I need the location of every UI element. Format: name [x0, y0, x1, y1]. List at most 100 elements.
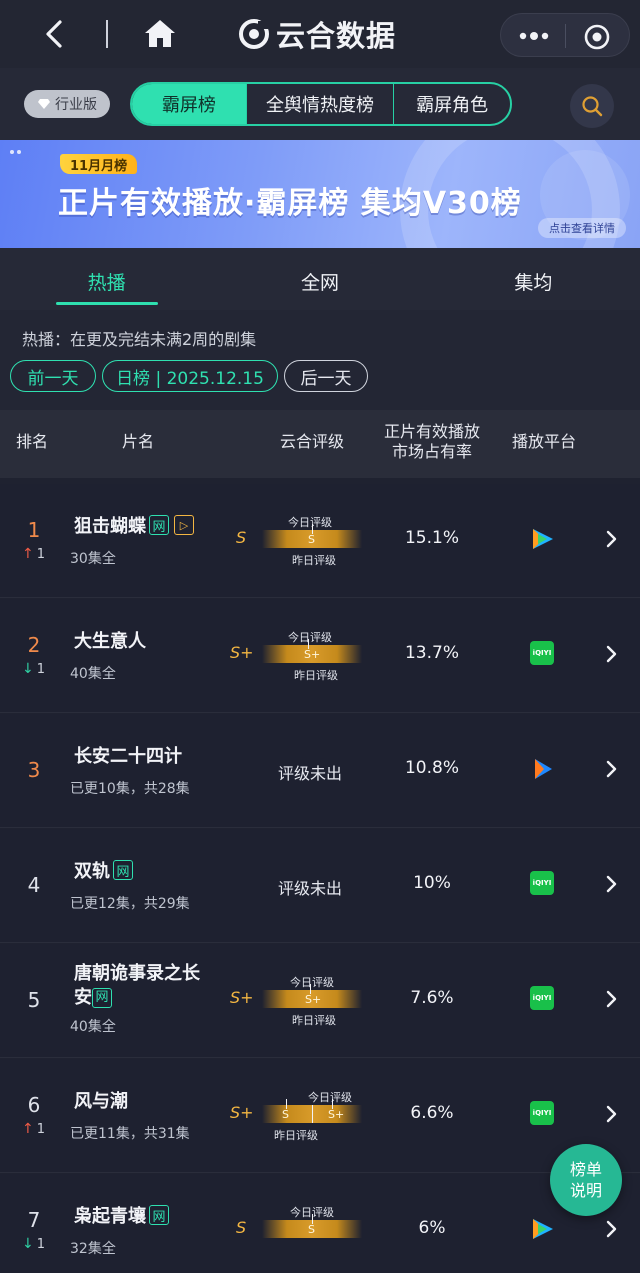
- rating-pending: 评级未出: [278, 764, 343, 783]
- search-button[interactable]: [570, 84, 614, 128]
- tab-per-episode[interactable]: 集均: [427, 248, 640, 310]
- month-tag: 11月月榜: [60, 154, 138, 174]
- rank-number: 7: [27, 1208, 41, 1232]
- iqiyi-icon: iQIYI: [530, 871, 556, 897]
- home-icon[interactable]: [142, 16, 178, 52]
- info-section: 热播：在更及完结未满2周的剧集 前一天 日榜 | 2025.12.15 后一天: [0, 310, 640, 410]
- table-row[interactable]: 7 ↓ 1 枭起青壤网 32集全 S 今日评级 S 6%: [0, 1174, 640, 1273]
- next-day-button[interactable]: 后一天: [284, 360, 368, 392]
- segment-roles[interactable]: 霸屏角色: [394, 84, 510, 124]
- help-line2: 说明: [569, 1181, 602, 1200]
- drama-title-text: 枭起青壤: [74, 1206, 146, 1227]
- rating-bar: S: [262, 524, 362, 548]
- table-row[interactable]: 1 ↑ 1 狙击蝴蝶网 ▷ 30集全 S 今日评级 S 昨日评级 15.1%: [0, 484, 640, 598]
- rating-bar: S+: [262, 639, 362, 663]
- web-drama-tag: 网: [149, 1205, 169, 1225]
- diamond-icon: [38, 99, 50, 109]
- rank-number: 5: [27, 988, 41, 1012]
- chevron-right-icon: [606, 990, 617, 1008]
- drama-title: 风与潮: [74, 1087, 128, 1113]
- web-drama-tag: 网: [113, 860, 133, 880]
- target-icon[interactable]: [583, 23, 611, 51]
- yesterday-grade: S: [282, 1108, 289, 1121]
- today-rating-label: 今日评级: [288, 631, 332, 644]
- rating-bar: S+: [262, 984, 362, 1008]
- col-rank: 排名: [16, 432, 49, 451]
- capsule-divider: [565, 24, 566, 48]
- today-rating-label: 今日评级: [308, 1091, 352, 1104]
- rating-pending: 评级未出: [278, 879, 343, 898]
- carousel-indicator: [10, 150, 21, 154]
- segment-public-opinion[interactable]: 全舆情热度榜: [247, 84, 395, 124]
- iqiyi-icon: iQIYI: [530, 1101, 556, 1127]
- today-grade: S: [308, 533, 315, 546]
- today-rating-label: 今日评级: [290, 976, 334, 989]
- tab-hot[interactable]: 热播: [0, 248, 213, 310]
- drama-title-text: 双轨: [74, 861, 110, 882]
- grade-letter: S: [236, 1218, 247, 1237]
- arrow-down-icon: ↓: [22, 661, 34, 677]
- drama-title: 狙击蝴蝶网 ▷: [74, 512, 194, 538]
- table-row[interactable]: 2 ↓ 1 大生意人 40集全 S+ 今日评级 S+ 昨日评级 13.7% iQI…: [0, 599, 640, 713]
- industry-badge-label: 行业版: [55, 97, 97, 113]
- date-picker[interactable]: 日榜 | 2025.12.15: [102, 360, 278, 392]
- drama-title: 唐朝诡事录之长安网: [74, 962, 214, 1010]
- rank-number: 3: [27, 758, 41, 782]
- col-name: 片名: [122, 432, 155, 451]
- col-share-line1: 正片有效播放: [383, 422, 480, 441]
- brand-logo-icon: [239, 19, 269, 49]
- yesterday-rating-label: 昨日评级: [294, 669, 338, 682]
- market-share: 10.8%: [404, 758, 459, 778]
- arrow-down-icon: ↓: [22, 1236, 34, 1252]
- back-icon[interactable]: [38, 14, 72, 54]
- chevron-right-icon: [606, 1105, 617, 1123]
- chevron-right-icon: [606, 530, 617, 548]
- episode-info: 已更11集，共31集: [70, 1126, 190, 1142]
- rank-change: ↑ 1: [22, 1121, 45, 1137]
- segment-bapingbang[interactable]: 霸屏榜: [132, 84, 247, 124]
- table-row[interactable]: 6 ↑ 1 风与潮 已更11集，共31集 S+ 今日评级 S S+ 昨日评级 6.…: [0, 1059, 640, 1173]
- today-rating-label: 今日评级: [288, 516, 332, 529]
- yesterday-rating-label: 昨日评级: [274, 1129, 318, 1142]
- drama-title: 双轨网: [74, 857, 133, 883]
- episode-info: 40集全: [70, 1019, 116, 1035]
- market-share: 6.6%: [410, 1103, 454, 1123]
- arrow-up-icon: ↑: [22, 546, 34, 562]
- rating-bar: S S+: [262, 1099, 362, 1123]
- market-share: 10%: [413, 873, 451, 893]
- view-details-button[interactable]: 点击查看详情: [538, 218, 626, 238]
- rank-change: ↑ 1: [22, 546, 45, 562]
- table-row[interactable]: 4 双轨网 已更12集，共29集 评级未出 10% iQIYI: [0, 829, 640, 943]
- episode-info: 已更12集，共29集: [70, 896, 190, 912]
- rank-change-value: 1: [36, 1121, 46, 1137]
- today-grade: S+: [328, 1108, 345, 1121]
- iqiyi-icon: iQIYI: [530, 986, 556, 1012]
- chevron-right-icon: [606, 645, 617, 663]
- rank-change: ↓ 1: [22, 1236, 45, 1252]
- more-icon[interactable]: [517, 26, 551, 46]
- ranking-explanation-button[interactable]: 榜单 说明: [550, 1144, 622, 1216]
- drama-title: 大生意人: [74, 627, 146, 653]
- definition-note: 热播：在更及完结未满2周的剧集: [22, 330, 257, 349]
- industry-badge[interactable]: 行业版: [24, 90, 110, 118]
- market-share: 7.6%: [410, 988, 454, 1008]
- top-bar: 云合数据: [0, 0, 640, 68]
- rank-change-value: 1: [36, 546, 46, 562]
- tab-all-network[interactable]: 全网: [213, 248, 426, 310]
- nav-row: 行业版 霸屏榜 全舆情热度榜 霸屏角色: [0, 68, 640, 140]
- today-grade: S: [308, 1223, 315, 1236]
- table-row[interactable]: 5 唐朝诡事录之长安网 40集全 S+ 今日评级 S+ 昨日评级 7.6% iQ…: [0, 944, 640, 1058]
- banner-title: 正片有效播放·霸屏榜 集均V30榜: [58, 186, 522, 221]
- grade-letter: S+: [230, 643, 254, 662]
- market-share: 6%: [418, 1218, 446, 1238]
- drama-title: 长安二十四计: [74, 742, 182, 768]
- col-share: 正片有效播放 市场占有率: [382, 422, 482, 462]
- rank-number: 2: [27, 633, 41, 657]
- prev-day-button[interactable]: 前一天: [10, 360, 96, 392]
- rank-number: 4: [27, 873, 41, 897]
- promo-banner[interactable]: 11月月榜 正片有效播放·霸屏榜 集均V30榜 点击查看详情: [0, 140, 640, 248]
- drama-title-text: 狙击蝴蝶: [74, 516, 146, 537]
- table-row[interactable]: 3 长安二十四计 已更10集，共28集 评级未出 10.8%: [0, 714, 640, 828]
- drama-title-text: 长安二十四计: [74, 746, 182, 767]
- drama-title-text: 风与潮: [74, 1091, 128, 1112]
